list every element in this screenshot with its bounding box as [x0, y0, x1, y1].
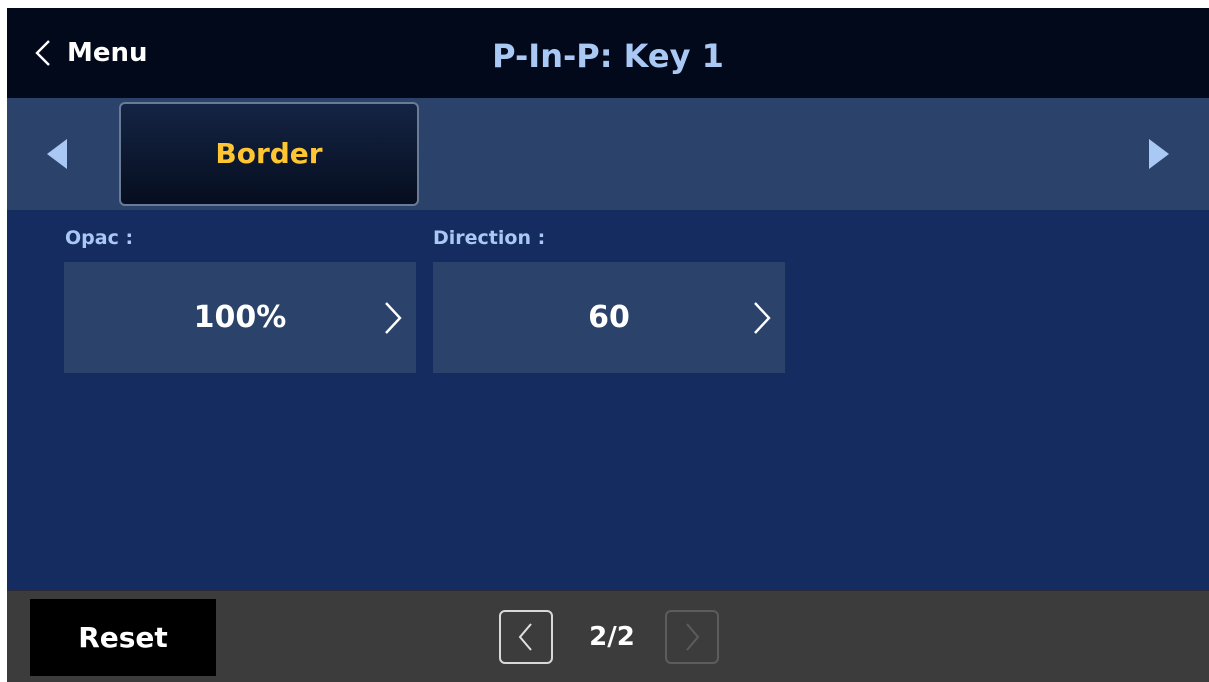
tab-bar: Border: [7, 98, 1209, 210]
direction-field[interactable]: 60: [433, 262, 785, 373]
chevron-right-icon: [754, 302, 771, 334]
header-bar: Menu P-In-P: Key 1: [7, 8, 1209, 98]
back-menu-label: Menu: [67, 38, 148, 68]
tab-next-arrow-icon[interactable]: [1145, 137, 1173, 171]
tab-prev-arrow-icon[interactable]: [43, 137, 71, 171]
back-menu-button[interactable]: Menu: [29, 30, 148, 76]
page-next-button[interactable]: [665, 610, 719, 664]
tab-border[interactable]: Border: [119, 102, 419, 206]
opac-value: 100%: [193, 300, 287, 335]
footer-bar: Reset 2/2: [7, 589, 1209, 682]
chevron-right-icon: [385, 302, 402, 334]
direction-label: Direction :: [433, 227, 546, 249]
chevron-left-icon: [518, 623, 532, 651]
reset-button[interactable]: Reset: [30, 599, 216, 676]
chevron-left-icon: [35, 40, 50, 66]
opac-label: Opac :: [65, 227, 134, 249]
page-indicator: 2/2: [589, 622, 635, 652]
page-title: P-In-P: Key 1: [492, 37, 724, 75]
chevron-right-icon: [686, 623, 700, 651]
opac-field[interactable]: 100%: [64, 262, 416, 373]
screen: Menu P-In-P: Key 1 Border Opac : 100% Di…: [7, 8, 1209, 682]
page-prev-button[interactable]: [499, 610, 553, 664]
direction-value: 60: [588, 300, 630, 335]
